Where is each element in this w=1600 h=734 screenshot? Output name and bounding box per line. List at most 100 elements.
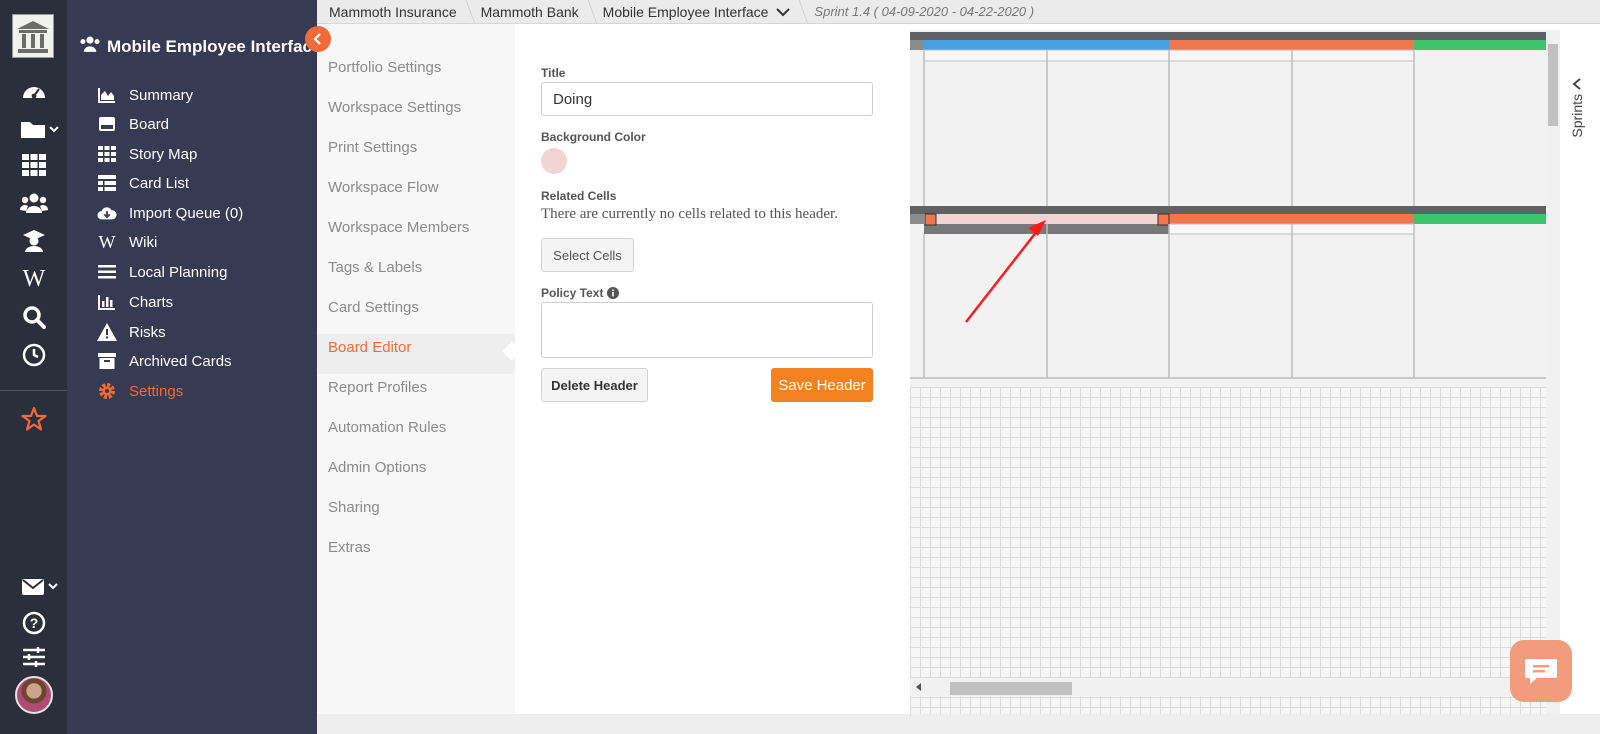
nav-item-label: Settings	[129, 382, 184, 400]
list-icon	[97, 262, 117, 282]
settings-menu-item[interactable]: Portfolio Settings	[328, 59, 441, 76]
star-icon[interactable]	[19, 406, 49, 432]
nav-item-label: Import Queue (0)	[129, 204, 244, 222]
nav-item-wiki[interactable]: W Wiki	[97, 231, 158, 253]
select-cells-button[interactable]: Select Cells	[541, 238, 634, 272]
icon-rail: W ?	[0, 0, 67, 734]
policy-text-label-row: Policy Text	[541, 286, 620, 300]
nav-item-archived-cards[interactable]: Archived Cards	[97, 350, 232, 372]
chevron-left-icon	[313, 33, 321, 45]
selected-header-doing	[924, 214, 1169, 224]
settings-menu-item[interactable]: Sharing	[328, 499, 380, 516]
nav-item-label: Summary	[129, 86, 194, 104]
archive-icon	[97, 351, 117, 371]
bar-chart-icon	[97, 292, 117, 312]
breadcrumb: Mammoth Insurance Mammoth Bank Mobile Em…	[317, 0, 1600, 24]
area-chart-icon	[97, 85, 117, 105]
horizontal-scrollbar[interactable]	[910, 678, 1546, 696]
nav-item-label: Wiki	[129, 233, 158, 251]
user-avatar[interactable]	[15, 676, 53, 714]
nav-item-label: Local Planning	[129, 263, 228, 281]
sprints-side-tab[interactable]: Sprints	[1563, 78, 1591, 178]
nav-item-label: Charts	[129, 293, 174, 311]
second-header-bar	[910, 206, 1546, 214]
nav-item-summary[interactable]: Summary	[97, 84, 193, 106]
breadcrumb-item-organization[interactable]: Mammoth Bank	[469, 0, 591, 24]
title-input[interactable]: Doing	[541, 82, 873, 116]
wiki-icon[interactable]: W	[19, 266, 49, 292]
settings-menu-item[interactable]: Automation Rules	[328, 419, 446, 436]
settings-menu-item[interactable]: Admin Options	[328, 459, 426, 476]
settings-menu-item[interactable]: Report Profiles	[328, 379, 427, 396]
settings-menu-item[interactable]: Workspace Settings	[328, 99, 461, 116]
board-layout	[910, 30, 1546, 387]
breadcrumb-item-portfolio[interactable]: Mammoth Insurance	[317, 0, 469, 24]
settings-menu-item[interactable]: Tags & Labels	[328, 259, 422, 276]
settings-menu-item-active[interactable]: Board Editor	[328, 339, 411, 356]
settings-menu-item[interactable]: Print Settings	[328, 139, 417, 156]
warning-icon	[97, 322, 117, 342]
background-color-swatch[interactable]	[541, 148, 567, 174]
nav-item-board[interactable]: Board	[97, 113, 169, 135]
sliders-icon[interactable]	[19, 644, 49, 670]
graduate-icon[interactable]	[19, 228, 49, 254]
vertical-scroll-thumb[interactable]	[1548, 44, 1558, 126]
scroll-left-icon	[916, 683, 921, 691]
nav-item-charts[interactable]: Charts	[97, 291, 173, 313]
settings-menu-item[interactable]: Extras	[328, 539, 371, 556]
rail-divider	[0, 390, 67, 391]
gear-icon	[97, 381, 117, 401]
nav-item-label: Risks	[129, 323, 166, 341]
policy-text-label: Policy Text	[541, 286, 604, 300]
nav-item-import-queue[interactable]: Import Queue (0)	[97, 202, 243, 224]
delete-header-button[interactable]: Delete Header	[541, 368, 648, 402]
mail-icon[interactable]	[22, 574, 62, 600]
cloud-download-icon	[97, 203, 117, 223]
info-icon	[607, 287, 620, 299]
settings-menu-item[interactable]: Workspace Flow	[328, 179, 439, 196]
save-header-button[interactable]: Save Header	[771, 368, 873, 402]
clock-icon[interactable]	[19, 342, 49, 368]
chevron-down-icon	[776, 7, 791, 16]
header-edit-form: Title Doing Background Color Related Cel…	[515, 24, 910, 714]
settings-menu-item[interactable]: Workspace Members	[328, 219, 469, 236]
nav-item-story-map[interactable]: Story Map	[97, 143, 197, 165]
nav-item-risks[interactable]: Risks	[97, 321, 166, 343]
nav-item-label: Card List	[129, 174, 190, 192]
horizontal-scroll-thumb[interactable]	[950, 682, 1072, 695]
help-icon[interactable]: ?	[19, 610, 49, 636]
nav-item-card-list[interactable]: Card List	[97, 172, 189, 194]
team-icon[interactable]	[19, 190, 49, 216]
collapse-nav-button[interactable]	[305, 26, 331, 52]
board-preview[interactable]	[910, 30, 1546, 714]
policy-text-textarea[interactable]	[541, 302, 873, 358]
settings-menu: Portfolio Settings Workspace Settings Pr…	[317, 24, 515, 714]
svg-text:?: ?	[30, 615, 39, 631]
vertical-scrollbar[interactable]	[1546, 30, 1560, 714]
header-blue	[924, 40, 1169, 50]
header-green	[1414, 40, 1546, 50]
chevron-left-icon	[1572, 78, 1581, 90]
breadcrumb-item-sprint[interactable]: Sprint 1.4 ( 04-09-2020 - 04-22-2020 )	[802, 0, 1046, 24]
nav-item-label: Story Map	[129, 145, 198, 163]
workspace-nav: Mobile Employee Interface Summary Board …	[67, 0, 321, 734]
nav-item-label: Board	[129, 115, 170, 133]
nav-item-settings[interactable]: Settings	[97, 380, 183, 402]
card-list-icon	[97, 173, 117, 193]
chat-bubble-icon	[1525, 659, 1557, 684]
wiki-icon: W	[98, 231, 116, 252]
bank-logo[interactable]	[12, 14, 54, 58]
breadcrumb-label: Mobile Employee Interface	[602, 3, 769, 20]
dashboard-icon[interactable]	[19, 78, 49, 104]
chat-button[interactable]	[1510, 640, 1572, 702]
settings-menu-item[interactable]: Card Settings	[328, 299, 419, 316]
breadcrumb-item-workspace[interactable]: Mobile Employee Interface	[591, 0, 803, 24]
grid-icon[interactable]	[19, 152, 49, 178]
search-icon[interactable]	[19, 304, 49, 330]
nav-item-local-planning[interactable]: Local Planning	[97, 261, 227, 283]
resize-handle-left	[924, 213, 937, 226]
breadcrumb-label: Mammoth Insurance	[329, 3, 457, 20]
folder-icon[interactable]	[20, 116, 64, 142]
background-color-label: Background Color	[541, 130, 646, 144]
related-cells-text: There are currently no cells related to …	[541, 206, 838, 222]
